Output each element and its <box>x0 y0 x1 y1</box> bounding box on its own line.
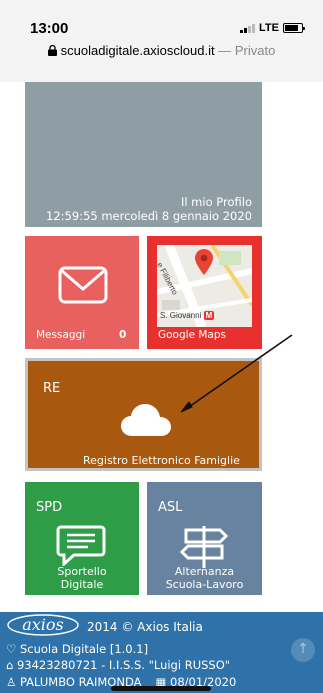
home-icon: ⌂ <box>6 658 14 672</box>
heart-icon: ♡ <box>6 642 17 656</box>
status-indicators: LTE <box>240 22 305 34</box>
status-time: 13:00 <box>30 20 69 37</box>
battery-icon <box>283 23 305 33</box>
scroll-up-button[interactable]: ↑ <box>291 638 315 662</box>
asl-code: ASL <box>158 500 183 515</box>
spd-label: Sportello Digitale <box>57 565 107 591</box>
user-icon: ♙ <box>6 675 17 689</box>
registro-elettronico-tile[interactable]: RE Registro Elettronico Famiglie <box>25 358 262 471</box>
signpost-icon <box>179 526 229 568</box>
google-maps-tile[interactable]: e Filiberto S. Giovanni M Google Maps <box>147 236 262 349</box>
address-bar[interactable]: scuoladigitale.axioscloud.it — Privato <box>0 43 323 58</box>
chat-icon <box>56 525 106 566</box>
footer: axios 2014 © Axios Italia ♡ Scuola Digit… <box>0 612 323 693</box>
sportello-digitale-tile[interactable]: SPD Sportello Digitale <box>25 482 139 595</box>
messages-tile[interactable]: Messaggi 0 <box>25 236 139 349</box>
browser-top-bar: 13:00 LTE scuoladigitale.axioscloud.it —… <box>0 0 323 82</box>
envelope-icon <box>58 266 108 304</box>
google-maps-label: Google Maps <box>158 329 226 341</box>
profile-datetime: 12:59:55 mercoledì 8 gennaio 2020 <box>46 209 252 223</box>
map-thumbnail: e Filiberto S. Giovanni M <box>157 245 252 327</box>
alternanza-tile[interactable]: ASL Alternanza Scuola-Lavoro <box>147 482 262 595</box>
re-code: RE <box>43 381 61 396</box>
school-line: ⌂ 93423280721 - I.I.S.S. "Luigi RUSSO" <box>6 658 231 672</box>
url-text: scuoladigitale.axioscloud.it <box>60 43 215 58</box>
cloud-icon <box>121 404 171 436</box>
map-pin-icon <box>195 249 213 275</box>
private-mode-label: Privato <box>234 43 276 58</box>
messages-count: 0 <box>119 329 127 341</box>
network-type: LTE <box>259 22 279 34</box>
lock-icon <box>47 45 57 56</box>
map-place-label: S. Giovanni M <box>160 311 215 320</box>
profile-tile[interactable]: Il mio Profilo 12:59:55 mercoledì 8 genn… <box>25 82 262 227</box>
home-indicator <box>111 686 211 691</box>
svg-text:axios: axios <box>22 615 64 634</box>
asl-label: Alternanza Scuola-Lavoro <box>165 565 244 591</box>
axios-logo: axios <box>7 614 79 640</box>
messages-label: Messaggi <box>36 329 86 341</box>
metro-badge: M <box>203 311 215 320</box>
spd-code: SPD <box>36 500 63 515</box>
profile-title: Il mio Profilo <box>180 195 252 209</box>
signal-icon <box>240 23 256 33</box>
url-separator: — <box>214 43 235 58</box>
app-version-line: ♡ Scuola Digitale [1.0.1] <box>6 642 149 656</box>
re-label: Registro Elettronico Famiglie <box>83 454 240 467</box>
copyright-text: 2014 © Axios Italia <box>87 620 203 634</box>
